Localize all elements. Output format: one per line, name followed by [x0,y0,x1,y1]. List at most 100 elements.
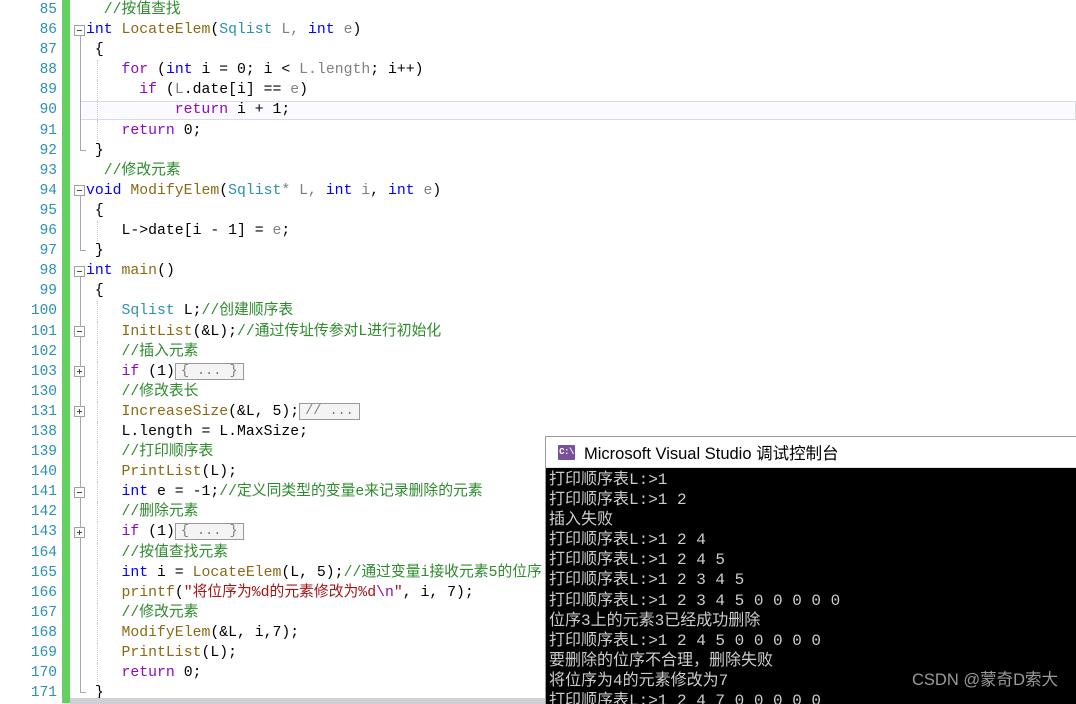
code-line[interactable]: 99 { [0,281,1076,302]
fold-line [79,602,81,623]
code-line[interactable]: 103 if (1){ ... } [0,361,1076,382]
code-token: ( [148,62,166,79]
code-token: ModifyElem [121,624,211,641]
changed-line-marker [62,140,70,161]
code-token: ( [219,182,229,199]
collapse-region-icon[interactable] [74,486,85,498]
line-number: 95 [39,202,57,219]
line-number: 98 [39,263,57,280]
changed-line-marker [62,482,70,503]
collapsed-region-placeholder[interactable]: { ... } [174,362,244,380]
code-line-text: //修改表长 [86,382,199,402]
code-token: for [121,62,149,79]
code-token: (L, [281,564,317,581]
changed-line-marker [62,663,70,684]
expand-region-icon[interactable] [74,406,85,418]
code-token: (&L, [228,403,273,420]
code-token: ; [210,484,220,501]
code-line[interactable]: 130 //修改表长 [0,381,1076,402]
changed-line-marker [62,80,70,101]
code-line[interactable]: 91 return 0; [0,120,1076,141]
code-token: < [281,62,291,79]
code-line[interactable]: 97 } [0,241,1076,262]
code-line[interactable]: 98 int main() [0,261,1076,282]
console-output-area[interactable]: 打印顺序表L:>1 打印顺序表L:>1 2 插入失败 打印顺序表L:>1 2 4 打印顺… [546,468,1076,704]
collapse-region-icon[interactable] [74,185,85,197]
code-token: 1 [157,363,166,380]
code-token: if [121,363,140,380]
code-token: ) [352,22,362,39]
collapse-region-icon[interactable] [74,24,85,36]
code-line[interactable]: 92 } [0,140,1076,161]
collapsed-region-placeholder[interactable]: // ... [299,402,360,420]
code-line[interactable]: 88 for (int i = 0; i < L.length; i++) [0,60,1076,81]
code-line-text: ModifyElem(&L, i,7); [86,623,300,643]
code-line[interactable]: 100 Sqlist L;//创建顺序表 [0,301,1076,322]
expand-region-icon[interactable] [74,526,85,538]
debug-console-window[interactable]: C:\ Microsoft Visual Studio 调试控制台 打印顺序表L… [545,436,1076,704]
code-token: ) [165,363,175,380]
code-line[interactable]: 85 //按值查找 [0,0,1076,21]
console-title-bar[interactable]: C:\ Microsoft Visual Studio 调试控制台 [546,437,1076,468]
code-token: ); [456,584,474,601]
line-number: 89 [39,82,57,99]
code-line[interactable]: 102 //插入元素 [0,341,1076,362]
line-number: 139 [30,444,57,461]
code-token: 0 [183,122,193,139]
code-token: IncreaseSize [121,403,229,420]
code-line-text: { [86,40,104,60]
line-number: 91 [39,122,57,139]
code-token: length [316,62,371,79]
console-title-text: Microsoft Visual Studio 调试控制台 [584,445,839,463]
code-token: //删除元素 [121,504,199,521]
fold-line-end [79,683,86,694]
code-token: ( [139,524,158,541]
collapse-region-icon[interactable] [74,265,85,277]
code-token: int [121,564,149,581]
code-line[interactable]: 96 L->date[i - 1] = e; [0,221,1076,242]
code-line-text: } [86,141,104,161]
code-line[interactable]: 87 { [0,40,1076,61]
collapsed-region-placeholder[interactable]: { ... } [174,523,244,541]
line-number: 88 [39,62,57,79]
code-line[interactable]: 89 if (L.date[i] == e) [0,80,1076,101]
console-output-line: 位序3上的元素3已经成功删除 [549,611,761,630]
changed-line-marker [62,241,70,262]
code-token: i [352,182,371,199]
code-token: ); [325,564,344,581]
code-line[interactable]: 86 int LocateElem(Sqlist L, int e) [0,20,1076,41]
fold-line [79,643,81,664]
fold-line [79,622,81,643]
code-line[interactable]: 131 IncreaseSize(&L, 5);// ... [0,401,1076,422]
code-token: * L, [281,182,326,199]
code-line[interactable]: 95 { [0,200,1076,222]
code-line[interactable]: 90 return i + 1; [0,100,1076,121]
code-line-text: if (1){ ... } [86,522,244,542]
code-line[interactable]: 101 InitList(&L);//通过传址传参对L进行初始化 [0,321,1076,342]
code-token: L; [174,303,202,320]
code-token: { [86,283,104,300]
code-token: int [325,182,353,199]
changed-line-marker [62,0,70,21]
code-token: //按值查找元素 [121,544,229,561]
code-token: e [414,182,433,199]
code-line-text: //删除元素 [86,502,199,522]
line-number: 141 [30,484,57,501]
expand-region-icon[interactable] [74,366,85,378]
code-token: //通过变量i接收元素5的位序 [343,564,542,581]
line-number: 170 [30,665,57,682]
collapse-region-icon[interactable] [74,326,85,337]
fold-line [79,301,81,322]
code-line[interactable]: 94 void ModifyElem(Sqlist* L, int i, int … [0,180,1076,201]
changed-line-marker [62,100,70,121]
code-line[interactable]: 93 //修改元素 [0,160,1076,181]
line-number: 130 [30,383,57,400]
line-number: 87 [39,42,57,59]
